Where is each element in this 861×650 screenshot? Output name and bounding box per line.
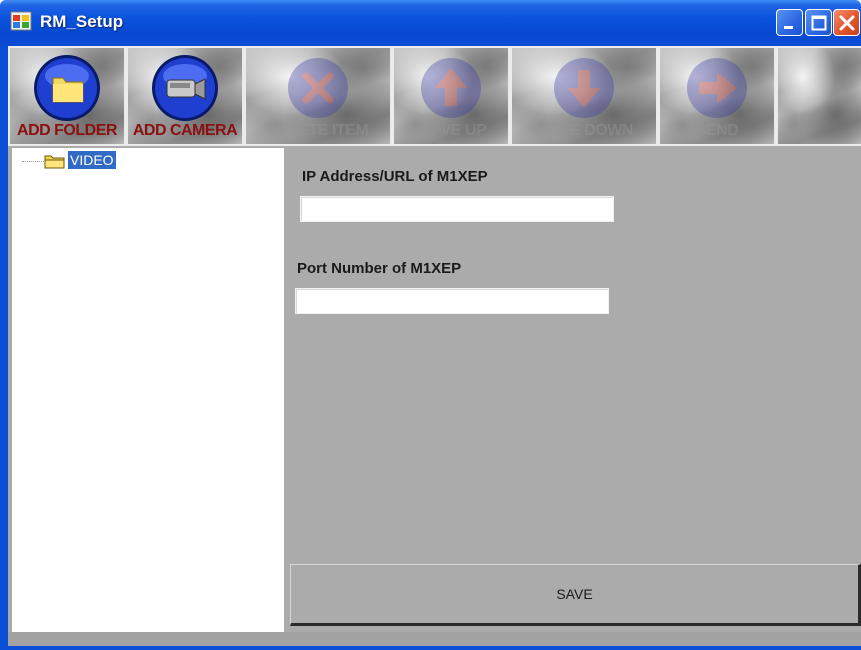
toolbar: ADD FOLDER ADD CAMERA DELETE ITEM MOVE U… <box>8 46 861 146</box>
send-icon <box>687 58 747 118</box>
add-camera-label: ADD CAMERA <box>132 122 238 139</box>
save-button[interactable]: SAVE <box>290 564 861 626</box>
move-up-button[interactable]: MOVE UP <box>394 48 510 144</box>
window-title: RM_Setup <box>40 12 124 31</box>
close-icon <box>839 15 855 31</box>
add-camera-button[interactable]: ADD CAMERA <box>128 48 244 144</box>
client-area: ADD FOLDER ADD CAMERA DELETE ITEM MOVE U… <box>8 46 861 650</box>
ip-address-input[interactable] <box>300 196 614 222</box>
toolbar-filler <box>778 48 861 144</box>
add-folder-button[interactable]: ADD FOLDER <box>10 48 126 144</box>
tree-view[interactable]: VIDEO <box>12 148 284 632</box>
move-down-label: MOVE DOWN <box>535 122 633 139</box>
add-folder-label: ADD FOLDER <box>17 122 117 139</box>
window-bottom-border <box>0 646 861 650</box>
move-up-icon <box>421 58 481 118</box>
app-window: RM_Setup ADD FOLDER ADD CAMERA DELETE IT… <box>0 0 861 650</box>
minimize-icon <box>784 26 793 29</box>
tree-connector <box>22 161 44 162</box>
move-up-label: MOVE UP <box>415 122 487 139</box>
delete-item-button[interactable]: DELETE ITEM <box>246 48 392 144</box>
ip-address-label: IP Address/URL of M1XEP <box>302 168 488 185</box>
settings-form: IP Address/URL of M1XEP Port Number of M… <box>284 148 861 632</box>
delete-item-label: DELETE ITEM <box>267 122 369 139</box>
send-label: SEND <box>695 122 739 139</box>
move-down-button[interactable]: MOVE DOWN <box>512 48 658 144</box>
maximize-button[interactable] <box>805 9 832 36</box>
app-icon <box>10 11 32 31</box>
delete-icon <box>288 58 348 118</box>
move-down-icon <box>554 58 614 118</box>
folder-icon <box>44 155 65 169</box>
tree-item-video[interactable]: VIDEO <box>68 151 116 169</box>
camera-icon <box>152 55 218 121</box>
maximize-icon <box>811 15 827 31</box>
title-bar[interactable]: RM_Setup <box>0 0 861 46</box>
minimize-button[interactable] <box>776 9 803 36</box>
folder-icon <box>34 55 100 121</box>
send-button[interactable]: SEND <box>660 48 776 144</box>
close-button[interactable] <box>833 9 860 36</box>
port-number-label: Port Number of M1XEP <box>297 260 462 277</box>
port-number-input[interactable] <box>295 288 609 314</box>
